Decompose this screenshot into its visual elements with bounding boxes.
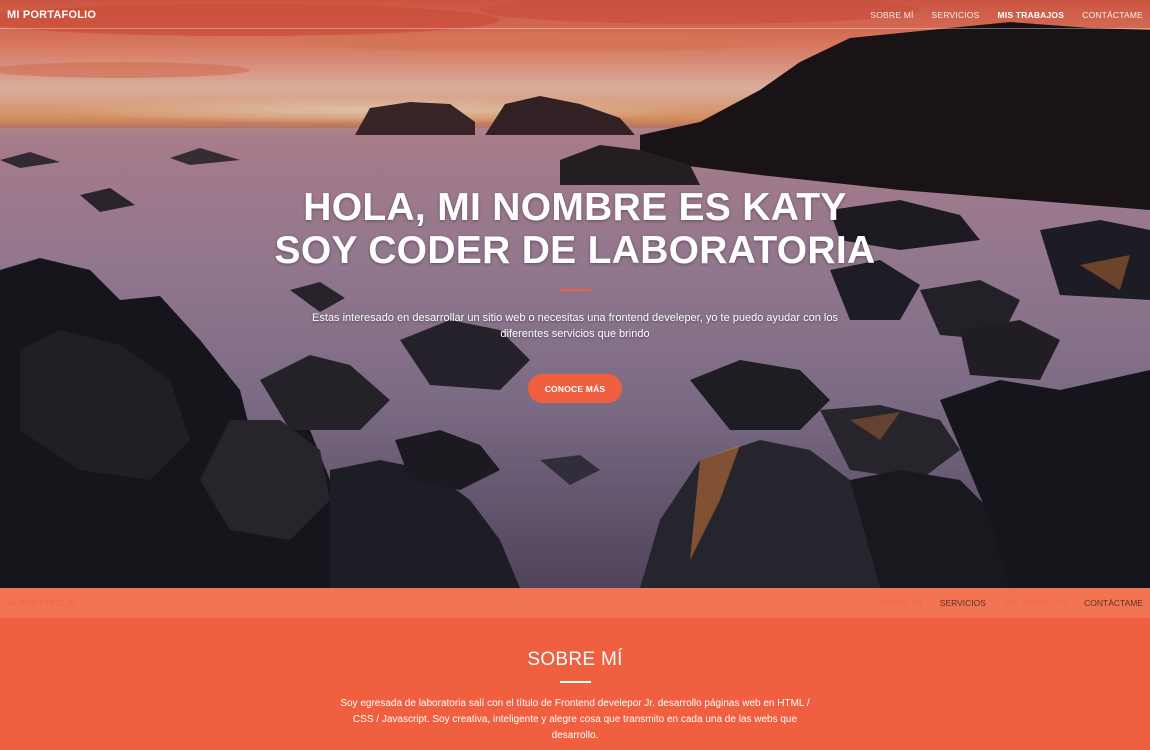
sticky-nav-link-contactame[interactable]: CONTÁCTAME [1084,598,1143,608]
hero-section: MI PORTAFOLIO SOBRE MÍ SERVICIOS MIS TRA… [0,0,1150,588]
hero-title-line-1: HOLA, MI NOMBRE ES KATY [303,186,847,229]
about-divider [560,681,591,683]
about-section: SOBRE MÍ Soy egresada de laboratoria sal… [0,618,1150,750]
nav-link-servicios[interactable]: SERVICIOS [932,10,980,20]
hero-overlay [0,0,1150,588]
hero-title-line-2: SOY CODER DE LABORATORIA [274,229,876,272]
nav-link-mis-trabajos[interactable]: MIS TRABAJOS [997,10,1064,20]
sticky-nav-link-servicios[interactable]: SERVICIOS [940,598,986,608]
top-navbar: MI PORTAFOLIO SOBRE MÍ SERVICIOS MIS TRA… [0,0,1150,29]
hero-title: HOLA, MI NOMBRE ES KATY SOY CODER DE LAB… [0,186,1150,272]
conoce-mas-button[interactable]: CONOCE MÁS [528,374,622,403]
brand-logo-link[interactable]: MI PORTAFOLIO [7,9,96,21]
sticky-nav-link-mis-trabajos[interactable]: MIS TRABAJOS [1004,598,1066,608]
sticky-nav-links: SOBRE MÍ SERVICIOS MIS TRABAJOS CONTÁCTA… [862,598,1143,608]
about-title: SOBRE MÍ [527,649,623,670]
about-text: Soy egresada de laboratoria salí con el … [340,698,810,741]
nav-link-sobre-mi[interactable]: SOBRE MÍ [870,10,913,20]
top-nav-links: SOBRE MÍ SERVICIOS MIS TRABAJOS CONTÁCTA… [852,10,1143,20]
hero-divider [560,289,591,291]
nav-link-contactame[interactable]: CONTÁCTAME [1082,10,1143,20]
sticky-navbar: MI PORTAFOLIO SOBRE MÍ SERVICIOS MIS TRA… [0,588,1150,618]
sticky-brand-link[interactable]: MI PORTAFOLIO [7,598,77,608]
sticky-nav-link-sobre-mi[interactable]: SOBRE MÍ [880,598,922,608]
hero-subtitle: Estas interesado en desarrollar un sitio… [312,312,838,340]
